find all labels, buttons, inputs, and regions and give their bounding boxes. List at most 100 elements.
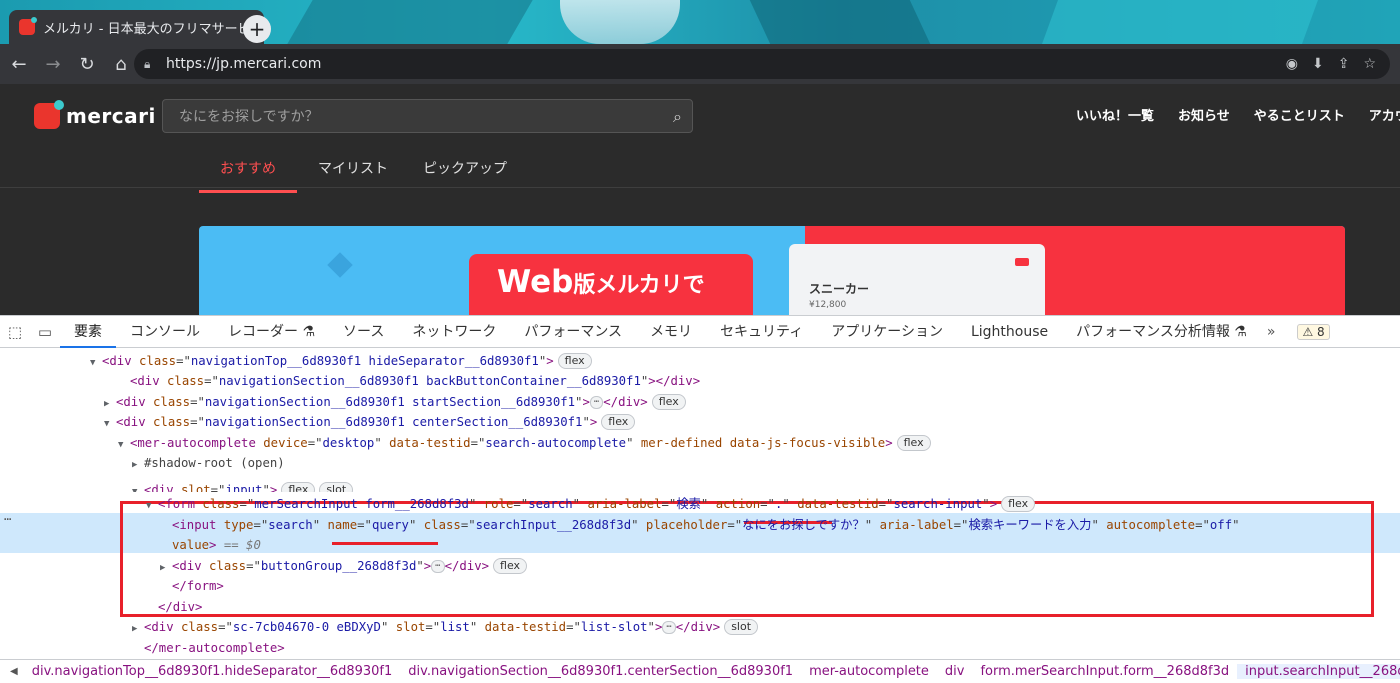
- search-input[interactable]: なにをお探しですか？ ⌕: [162, 99, 693, 133]
- code-token: =": [878, 497, 894, 511]
- expand-down-icon[interactable]: ▼: [118, 435, 130, 455]
- browser-tab-active[interactable]: メルカリ - 日本最大のフリマサービス: [9, 10, 264, 44]
- search-icon[interactable]: ⌕: [673, 107, 682, 127]
- dom-tree-node[interactable]: <div class="navigationSection__6d8930f1 …: [118, 371, 700, 391]
- forward-arrow-icon[interactable]: →: [38, 54, 68, 75]
- code-token: <div: [144, 483, 182, 492]
- tab-memory[interactable]: メモリ: [636, 316, 706, 348]
- code-token: data-testid: [389, 436, 471, 450]
- nav-todo-link[interactable]: やることリスト: [1254, 105, 1345, 124]
- device-toolbar-icon[interactable]: ▭: [30, 323, 60, 341]
- dom-tree-node[interactable]: ▼ <mer-autocomplete device="desktop" data…: [118, 433, 931, 453]
- dom-tree-node[interactable]: ▶ #shadow-root (open): [132, 453, 285, 473]
- nav-likes-link[interactable]: いいね！一覧: [1076, 105, 1154, 124]
- tab-recorder[interactable]: レコーダー ⚗: [214, 316, 329, 348]
- share-icon[interactable]: ⇪: [1338, 56, 1350, 72]
- code-token: ": [864, 518, 880, 532]
- expand-down-icon[interactable]: ▼: [146, 496, 158, 516]
- promo-banner[interactable]: スニーカー ¥12,800 Web版メルカリで: [199, 226, 1345, 315]
- tab-elements[interactable]: 要素: [60, 316, 116, 348]
- dom-tree-node[interactable]: ▼ <div slot="input"> flex slot: [132, 480, 354, 492]
- lock-icon[interactable]: 🔒︎: [144, 57, 162, 72]
- code-token: class: [423, 518, 461, 532]
- dom-tree-node[interactable]: <input type="search" name="query" class=…: [160, 515, 1240, 535]
- dom-tree-node[interactable]: ▼ <div class="navigationSection__6d8930f1…: [104, 412, 636, 434]
- breadcrumb-item[interactable]: div: [937, 664, 973, 679]
- breadcrumb-item-current[interactable]: input.searchInput__268d8f3d: [1237, 664, 1400, 679]
- dom-tree-node[interactable]: </div>: [146, 597, 202, 617]
- dom-tree-node[interactable]: ▼ <div class="navigationTop__6d8930f1 hid…: [90, 351, 592, 371]
- tab-network[interactable]: ネットワーク: [398, 316, 510, 348]
- dom-tree-node[interactable]: ▼ <form class="merSearchInput form__268d8…: [146, 494, 1036, 516]
- reload-icon[interactable]: ↻: [72, 54, 102, 75]
- slot-badge[interactable]: slot: [724, 619, 759, 635]
- flex-badge[interactable]: flex: [557, 353, 592, 369]
- dom-tree-node[interactable]: value> == $0: [160, 535, 261, 555]
- code-token: <div: [144, 620, 182, 634]
- nav-notifications-link[interactable]: お知らせ: [1178, 105, 1230, 124]
- bookmark-star-icon[interactable]: ☆: [1363, 56, 1376, 72]
- mercari-logo[interactable]: mercari: [34, 100, 156, 129]
- code-token: =": [470, 436, 486, 450]
- dom-tree-node[interactable]: ▶ <div class="buttonGroup__268d8f3d"> ⋯ </d…: [160, 556, 528, 578]
- new-tab-button[interactable]: +: [243, 15, 271, 43]
- breadcrumb-item[interactable]: div.navigationSection__6d8930f1.centerSe…: [400, 664, 801, 679]
- flex-badge[interactable]: flex: [493, 558, 528, 574]
- expand-down-icon[interactable]: ▼: [90, 353, 102, 373]
- flex-badge[interactable]: flex: [896, 435, 931, 451]
- code-token: data-testid: [484, 620, 567, 634]
- dom-tree-node[interactable]: </mer-autocomplete>: [132, 638, 285, 658]
- expand-right-icon[interactable]: ▶: [132, 455, 144, 475]
- tracking-protection-icon[interactable]: ◉: [1286, 56, 1298, 72]
- expand-down-icon[interactable]: ▼: [104, 414, 116, 434]
- header-divider: [0, 187, 1400, 188]
- tab-console[interactable]: コンソール: [116, 316, 214, 348]
- back-arrow-icon[interactable]: ←: [4, 54, 34, 75]
- issues-badge[interactable]: ⚠ 8: [1297, 323, 1330, 340]
- home-icon[interactable]: ⌂: [106, 54, 136, 75]
- breadcrumb-item[interactable]: div.navigationTop__6d8930f1.hideSeparato…: [24, 664, 401, 679]
- banner-item-name: スニーカー: [809, 282, 870, 296]
- code-token: ": [631, 518, 646, 532]
- dom-tree-node[interactable]: ▶ <div class="navigationSection__6d8930f1…: [104, 392, 686, 412]
- address-bar-url[interactable]: https://jp.mercari.com: [166, 56, 321, 72]
- breadcrumb-item[interactable]: mer-autocomplete: [801, 664, 937, 679]
- dom-tree-node[interactable]: </form>: [160, 576, 224, 596]
- code-token: navigationTop__6d8930f1 hideSeparator__6…: [190, 354, 539, 368]
- collapsed-content-icon[interactable]: ⋯: [589, 396, 604, 409]
- tab-performance[interactable]: パフォーマンス: [510, 316, 636, 348]
- flex-badge[interactable]: flex: [1001, 496, 1036, 512]
- code-token: sc-7cb04670-0 eBDXyD: [232, 620, 381, 634]
- flex-badge[interactable]: flex: [601, 414, 636, 430]
- dom-tree-node[interactable]: ▶ <div class="sc-7cb04670-0 eBDXyD" slot=…: [132, 617, 759, 639]
- flex-badge[interactable]: flex: [651, 394, 686, 410]
- expand-right-icon[interactable]: ▶: [132, 619, 144, 639]
- tab-sources[interactable]: ソース: [329, 316, 398, 348]
- slot-badge[interactable]: slot: [319, 482, 354, 492]
- tab-performance-insights[interactable]: パフォーマンス分析情報 ⚗: [1062, 316, 1261, 348]
- install-app-icon[interactable]: ⬇: [1312, 56, 1324, 72]
- expand-down-icon[interactable]: ▼: [132, 482, 144, 492]
- code-token: <div: [116, 415, 154, 429]
- collapsed-content-icon[interactable]: ⋯: [662, 621, 676, 634]
- tab-application[interactable]: アプリケーション: [817, 316, 957, 348]
- collapsed-content-icon[interactable]: ⋯: [431, 560, 445, 573]
- more-tabs-icon[interactable]: »: [1267, 324, 1276, 340]
- code-token: =": [210, 483, 226, 492]
- nav-account-link[interactable]: アカウント: [1369, 105, 1400, 124]
- code-token: </div>: [675, 620, 721, 634]
- address-bar[interactable]: 🔒︎ https://jp.mercari.com ◉ ⬇ ⇪ ☆: [134, 49, 1390, 79]
- code-token: mer-defined data-js-focus-visible: [640, 436, 886, 450]
- code-token: merSearchInput form__268d8f3d: [254, 497, 469, 511]
- code-token: class: [167, 374, 205, 388]
- breadcrumb-item[interactable]: form.merSearchInput.form__268d8f3d: [972, 664, 1237, 679]
- inspect-element-icon[interactable]: ⬚: [0, 323, 30, 341]
- flex-badge[interactable]: flex: [281, 482, 316, 492]
- tab-security[interactable]: セキュリティ: [706, 316, 817, 348]
- node-actions-icon[interactable]: ⋯: [4, 512, 11, 526]
- tab-lighthouse[interactable]: Lighthouse: [957, 316, 1062, 348]
- expand-right-icon[interactable]: ▶: [104, 394, 116, 414]
- theme-decoration: [560, 0, 680, 44]
- breadcrumb-scroll-left-icon[interactable]: ◀: [0, 666, 24, 677]
- expand-right-icon[interactable]: ▶: [160, 558, 172, 578]
